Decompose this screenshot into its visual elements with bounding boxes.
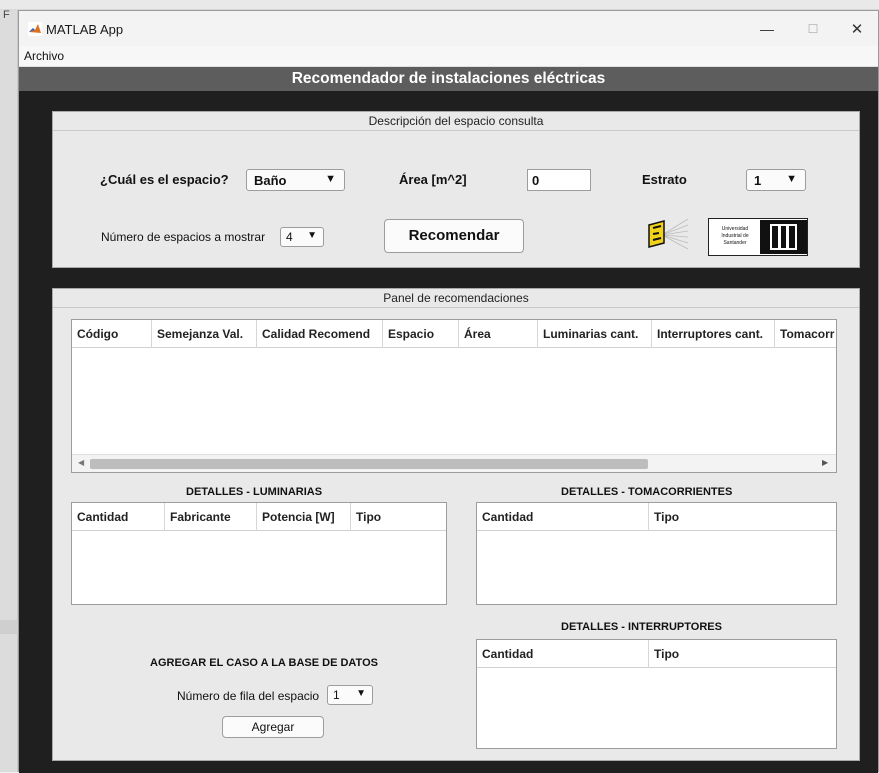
uis-logo-text: Universidad Industrial de Santander [721,226,749,246]
int-col-cantidad[interactable]: Cantidad [477,640,649,668]
recomendaciones-panel-title: Panel de recomendaciones [53,289,859,308]
area-value: 0 [532,173,540,188]
recomendaciones-panel: Panel de recomendaciones Código Semejanz… [52,288,860,761]
lum-col-fabricante[interactable]: Fabricante [165,503,257,531]
fila-dropdown[interactable]: 1 ▼ [327,685,373,705]
maximize-icon: ☐ [807,21,819,36]
matlab-icon [28,22,42,36]
window-title: MATLAB App [46,22,124,37]
menu-archivo[interactable]: Archivo [24,49,64,63]
interruptores-table[interactable]: Cantidad Tipo [476,639,837,749]
num-espacios-value: 4 [286,230,293,244]
interruptores-title: DETALLES - INTERRUPTORES [561,621,722,633]
scrollbar-thumb[interactable] [90,459,648,469]
int-col-tipo[interactable]: Tipo [649,640,836,668]
tomacorrientes-table-header: Cantidad Tipo [477,503,836,531]
estrato-dropdown[interactable]: 1 ▼ [746,169,806,191]
col-tomacorr[interactable]: Tomacorr [775,320,836,348]
recomendar-button[interactable]: Recomendar [384,219,524,253]
lum-col-cantidad[interactable]: Cantidad [72,503,165,531]
lum-col-potencia[interactable]: Potencia [W] [257,503,351,531]
col-interruptores[interactable]: Interruptores cant. [652,320,775,348]
chevron-down-icon: ▼ [307,230,317,241]
area-input[interactable]: 0 [527,169,591,191]
espacio-value: Baño [254,173,287,188]
interruptores-table-header: Cantidad Tipo [477,640,836,668]
estrato-label: Estrato [642,172,687,187]
background-letter: F [3,9,10,21]
electrical-logo-icon [648,218,689,250]
recomendaciones-table[interactable]: Código Semejanza Val. Calidad Recomend E… [71,319,837,473]
minimize-button[interactable]: — [744,11,790,46]
col-calidad[interactable]: Calidad Recomend [257,320,383,348]
luminarias-table-header: Cantidad Fabricante Potencia [W] Tipo [72,503,446,531]
col-codigo[interactable]: Código [72,320,152,348]
agregar-title: AGREGAR EL CASO A LA BASE DE DATOS [150,657,378,669]
toma-col-tipo[interactable]: Tipo [649,503,836,531]
app-header: Recomendador de instalaciones eléctricas [19,67,878,91]
tomacorrientes-table[interactable]: Cantidad Tipo [476,502,837,605]
fila-value: 1 [333,688,340,702]
tomacorrientes-title: DETALLES - TOMACORRIENTES [561,486,733,498]
consulta-panel-title: Descripción del espacio consulta [53,112,859,131]
col-espacio[interactable]: Espacio [383,320,459,348]
horizontal-scrollbar[interactable]: ◀ ▶ [72,454,836,472]
col-area[interactable]: Área [459,320,538,348]
luminarias-title: DETALLES - LUMINARIAS [186,486,323,498]
agregar-button[interactable]: Agregar [222,716,324,738]
col-luminarias[interactable]: Luminarias cant. [538,320,652,348]
lum-col-tipo[interactable]: Tipo [351,503,446,531]
consulta-panel: Descripción del espacio consulta ¿Cuál e… [52,111,860,268]
background-strip-top [0,0,879,10]
close-icon: ✕ [850,20,864,38]
close-button[interactable]: ✕ [834,11,879,46]
menu-bar: Archivo [19,46,878,67]
minimize-icon: — [760,20,774,37]
background-strip-left [0,10,18,772]
recomendaciones-table-header: Código Semejanza Val. Calidad Recomend E… [72,320,836,348]
maximize-button[interactable]: ☐ [790,11,836,46]
scroll-right-icon[interactable]: ▶ [822,458,828,467]
espacio-label: ¿Cuál es el espacio? [100,172,229,187]
num-espacios-dropdown[interactable]: 4 ▼ [280,227,324,247]
toma-col-cantidad[interactable]: Cantidad [477,503,649,531]
fila-label: Número de fila del espacio [177,689,320,703]
chevron-down-icon: ▼ [356,688,366,699]
chevron-down-icon: ▼ [325,173,336,185]
num-espacios-label: Número de espacios a mostrar [101,230,266,244]
luminarias-table[interactable]: Cantidad Fabricante Potencia [W] Tipo [71,502,447,605]
uis-emblem-icon [760,220,807,254]
chevron-down-icon: ▼ [786,173,797,185]
uis-logo: Universidad Industrial de Santander [708,218,808,256]
area-label: Área [m^2] [399,172,467,187]
scroll-left-icon[interactable]: ◀ [78,458,84,467]
app-window: MATLAB App — ☐ ✕ Archivo Recomendador de… [18,10,879,773]
title-bar: MATLAB App — ☐ ✕ [19,11,878,46]
estrato-value: 1 [754,173,762,188]
espacio-dropdown[interactable]: Baño ▼ [246,169,345,191]
col-semejanza[interactable]: Semejanza Val. [152,320,257,348]
